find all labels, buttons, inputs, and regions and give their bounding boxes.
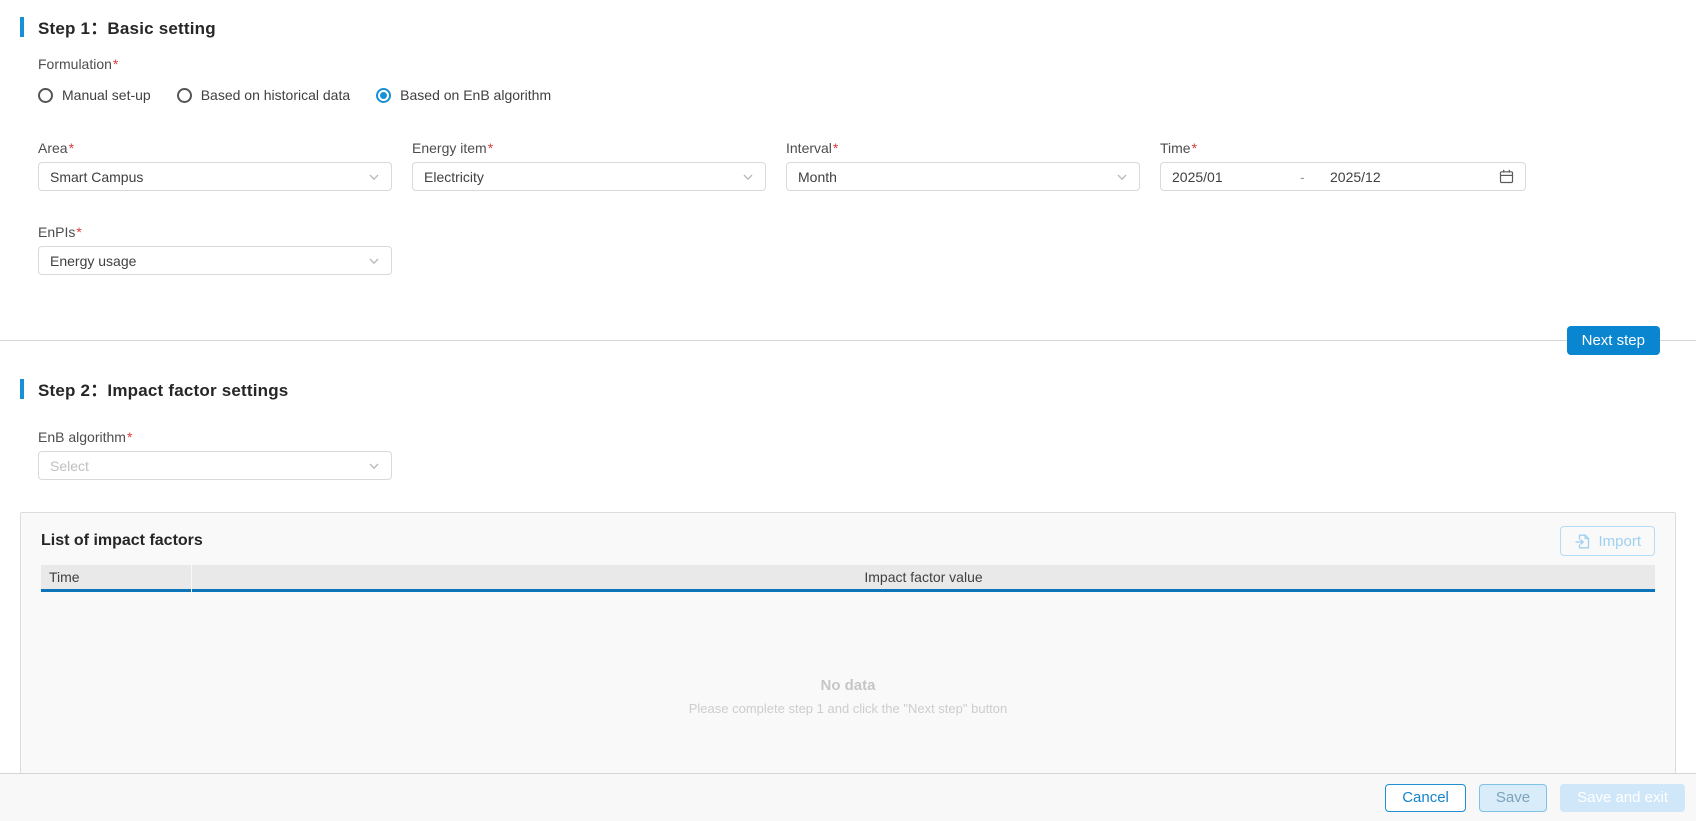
enpis-select-value: Energy usage — [50, 253, 136, 269]
enb-algorithm-placeholder: Select — [50, 458, 89, 474]
enb-algorithm-select[interactable]: Select — [38, 451, 392, 480]
required-asterisk: * — [1192, 140, 1197, 156]
enpis-row: EnPIs* Energy usage — [38, 224, 1696, 275]
enb-settings-page: Step 1：Basic setting Formulation* Manual… — [0, 0, 1696, 821]
step2-title: Step 2：Impact factor settings — [38, 376, 288, 401]
time-range-separator: - — [1300, 169, 1330, 185]
energy-item-select[interactable]: Electricity — [412, 162, 766, 191]
required-asterisk: * — [76, 224, 81, 240]
empty-state: No data Please complete step 1 and click… — [21, 677, 1675, 716]
interval-select[interactable]: Month — [786, 162, 1140, 191]
chevron-down-icon — [368, 171, 380, 183]
column-header-time: Time — [41, 565, 191, 592]
enb-algorithm-label: EnB algorithm* — [38, 429, 1696, 445]
chevron-down-icon — [1116, 171, 1128, 183]
chevron-down-icon — [368, 255, 380, 267]
save-and-exit-button[interactable]: Save and exit — [1560, 784, 1685, 812]
chevron-down-icon — [742, 171, 754, 183]
no-data-message: Please complete step 1 and click the "Ne… — [21, 701, 1675, 716]
step2-accent-bar — [20, 379, 24, 399]
formulation-label: Formulation* — [38, 56, 1696, 72]
footer-action-bar: Cancel Save Save and exit — [0, 773, 1696, 821]
area-select-value: Smart Campus — [50, 169, 143, 185]
no-data-title: No data — [21, 677, 1675, 694]
impact-table-header: Time Impact factor value — [41, 565, 1655, 592]
time-range-end[interactable]: 2025/12 — [1330, 169, 1499, 185]
next-step-button[interactable]: Next step — [1567, 326, 1660, 355]
import-button-label: Import — [1598, 533, 1641, 550]
required-asterisk: * — [69, 140, 74, 156]
required-asterisk: * — [833, 140, 838, 156]
step1-title: Step 1：Basic setting — [38, 14, 216, 39]
time-range-start[interactable]: 2025/01 — [1172, 169, 1300, 185]
required-asterisk: * — [127, 429, 132, 445]
step1-fields-row: Area* Smart Campus Energy item* Electric… — [38, 140, 1696, 191]
cancel-button[interactable]: Cancel — [1385, 784, 1466, 812]
step1-accent-bar — [20, 17, 24, 37]
enpis-select[interactable]: Energy usage — [38, 246, 392, 275]
import-button[interactable]: Import — [1560, 526, 1655, 556]
formulation-radio-group: Manual set-up Based on historical data B… — [38, 87, 1696, 103]
step1-heading: Step 1：Basic setting — [20, 14, 1696, 39]
energy-item-select-value: Electricity — [424, 169, 484, 185]
column-header-impact-value: Impact factor value — [192, 565, 1655, 592]
enpis-field: EnPIs* Energy usage — [38, 224, 392, 275]
energy-item-field: Energy item* Electricity — [412, 140, 766, 191]
radio-unselected-icon[interactable] — [177, 88, 192, 103]
required-asterisk: * — [488, 140, 493, 156]
radio-selected-icon[interactable] — [376, 88, 391, 103]
radio-unselected-icon[interactable] — [38, 88, 53, 103]
step2-heading: Step 2：Impact factor settings — [20, 376, 1696, 401]
impact-factors-panel: List of impact factors Import Time Impac… — [20, 512, 1676, 782]
import-icon — [1574, 533, 1591, 550]
radio-historical-data[interactable]: Based on historical data — [177, 87, 350, 103]
area-field: Area* Smart Campus — [38, 140, 392, 191]
radio-manual-setup[interactable]: Manual set-up — [38, 87, 151, 103]
save-button[interactable]: Save — [1479, 784, 1547, 812]
impact-panel-title: List of impact factors — [41, 532, 203, 550]
required-asterisk: * — [113, 56, 118, 72]
area-select[interactable]: Smart Campus — [38, 162, 392, 191]
chevron-down-icon — [368, 460, 380, 472]
radio-enb-algorithm[interactable]: Based on EnB algorithm — [376, 87, 551, 103]
interval-select-value: Month — [798, 169, 837, 185]
time-range-picker[interactable]: 2025/01 - 2025/12 — [1160, 162, 1526, 191]
interval-field: Interval* Month — [786, 140, 1140, 191]
step-divider: Next step — [0, 326, 1696, 356]
calendar-icon[interactable] — [1499, 169, 1514, 184]
divider-line — [0, 340, 1696, 341]
time-field: Time* 2025/01 - 2025/12 — [1160, 140, 1526, 191]
impact-panel-header: List of impact factors Import — [21, 513, 1675, 556]
